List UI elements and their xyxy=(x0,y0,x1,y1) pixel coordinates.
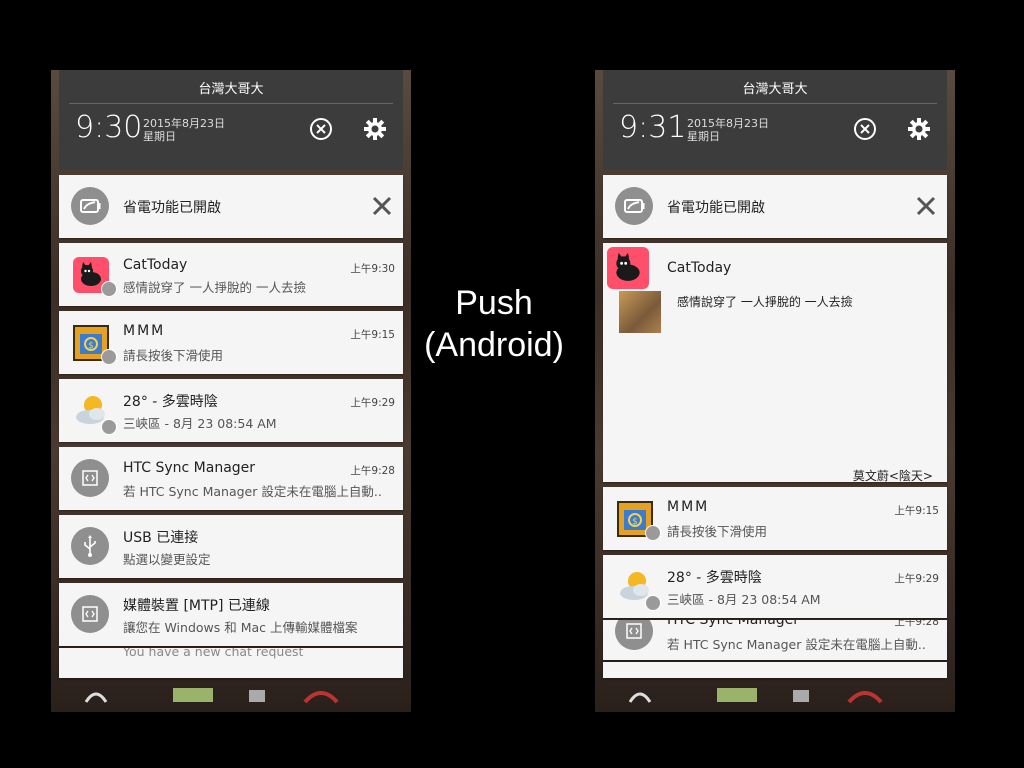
close-icon[interactable] xyxy=(915,195,937,217)
notification-text: 感情說穿了 一人掙脫的 一人去撿 xyxy=(677,295,853,309)
code-icon xyxy=(71,595,109,633)
power-saver-label: 省電功能已開啟 xyxy=(123,200,221,216)
notification-usb[interactable]: USB 已連接 點選以變更設定 xyxy=(59,515,403,578)
date-block: 2015年8月23日 星期日 xyxy=(687,117,769,143)
notification-htc-sync[interactable]: HTC Sync Manager 若 HTC Sync Manager 設定未在… xyxy=(59,447,403,510)
app-badge-icon xyxy=(645,525,661,541)
date-block: 2015年8月23日 星期日 xyxy=(143,117,225,143)
status-bar: 台灣大哥大 9:31 2015年8月23日 星期日 xyxy=(603,70,947,170)
notification-text: You have a new chat request xyxy=(123,648,304,659)
slide-label: Push (Android) xyxy=(414,282,574,366)
app-badge-icon xyxy=(101,281,117,297)
cat-photo-thumbnail xyxy=(619,291,661,333)
power-saver-label: 省電功能已開啟 xyxy=(667,200,765,216)
clock: 9:31 xyxy=(619,110,687,145)
notification-text: 請長按後下滑使用 xyxy=(667,524,768,539)
slide-label-line1: Push xyxy=(455,284,533,322)
notification-author: 莫文蔚<陰天> xyxy=(852,469,933,483)
notification-peek[interactable] xyxy=(603,662,947,678)
settings-icon[interactable] xyxy=(907,117,931,141)
divider xyxy=(613,103,937,104)
notification-title: 28° - 多雲時陰 xyxy=(667,570,762,586)
notification-time: 上午9:28 xyxy=(894,620,939,628)
notification-text: 請長按後下滑使用 xyxy=(123,348,224,363)
notification-text: 三峽區 - 8月 23 08:54 AM xyxy=(123,416,277,431)
notification-text: 三峽區 - 8月 23 08:54 AM xyxy=(667,592,821,607)
notification-mtp[interactable]: 媒體裝置 [MTP] 已連線 讓您在 Windows 和 Mac 上傳輸媒體檔案 xyxy=(59,583,403,646)
phone-screen-right: 台灣大哥大 9:31 2015年8月23日 星期日 省電功能已開啟 CatTod… xyxy=(595,70,955,712)
notification-cattoday[interactable]: CatToday 感情說穿了 一人掙脫的 一人去撿 上午9:30 xyxy=(59,243,403,306)
weekday-label: 星期日 xyxy=(143,130,176,143)
notification-title: HTC Sync Manager xyxy=(667,620,800,628)
notification-text: 讓您在 Windows 和 Mac 上傳輸媒體檔案 xyxy=(123,620,358,635)
notification-title: MMM xyxy=(123,323,166,339)
notification-title: HTC Sync Manager xyxy=(123,460,256,476)
notification-title: CatToday xyxy=(123,257,188,273)
notification-weather[interactable]: 28° - 多雲時陰 三峽區 - 8月 23 08:54 AM 上午9:29 xyxy=(603,555,947,618)
home-dock xyxy=(625,682,925,706)
app-badge-icon xyxy=(645,595,661,611)
app-badge-icon xyxy=(101,349,117,365)
notification-title: 28° - 多雲時陰 xyxy=(123,394,218,410)
carrier-label: 台灣大哥大 xyxy=(198,82,264,97)
notification-text: 若 HTC Sync Manager 設定未在電腦上自動.. xyxy=(123,484,382,499)
notification-peek[interactable]: You have a new chat request xyxy=(59,648,403,678)
phone-screen-left: 台灣大哥大 9:30 2015年8月23日 星期日 省電功能已開啟 CatTod… xyxy=(51,70,411,712)
notification-title: MMM xyxy=(667,499,710,515)
clear-all-icon[interactable] xyxy=(309,117,333,141)
slide-label-line2: (Android) xyxy=(424,326,564,364)
divider xyxy=(69,103,393,104)
notification-title: CatToday xyxy=(667,260,732,276)
date-label: 2015年8月23日 xyxy=(143,117,225,130)
power-saver-card[interactable]: 省電功能已開啟 xyxy=(59,175,403,238)
usb-icon xyxy=(71,527,109,565)
app-badge-icon xyxy=(101,419,117,435)
notification-title: USB 已連接 xyxy=(123,530,199,546)
carrier-label: 台灣大哥大 xyxy=(742,82,808,97)
notification-time: 上午9:29 xyxy=(350,397,395,409)
notification-time: 上午9:28 xyxy=(350,465,395,477)
notification-weather[interactable]: 28° - 多雲時陰 三峽區 - 8月 23 08:54 AM 上午9:29 xyxy=(59,379,403,442)
status-bar: 台灣大哥大 9:30 2015年8月23日 星期日 xyxy=(59,70,403,170)
battery-saver-icon xyxy=(615,187,653,225)
notification-time: 上午9:30 xyxy=(350,263,395,275)
notification-mmm[interactable]: $ MMM 請長按後下滑使用 上午9:15 xyxy=(59,311,403,374)
notification-time: 上午9:29 xyxy=(894,573,939,585)
notification-text: 點選以變更設定 xyxy=(123,552,211,567)
clock: 9:30 xyxy=(75,110,143,145)
settings-icon[interactable] xyxy=(363,117,387,141)
date-label: 2015年8月23日 xyxy=(687,117,769,130)
notification-htc-sync[interactable]: HTC Sync Manager 若 HTC Sync Manager 設定未在… xyxy=(603,620,947,660)
battery-saver-icon xyxy=(71,187,109,225)
notification-title: 媒體裝置 [MTP] 已連線 xyxy=(123,598,270,614)
notification-text: 感情說穿了 一人掙脫的 一人去撿 xyxy=(123,280,306,295)
notification-time: 上午9:15 xyxy=(894,505,939,517)
notification-text: 若 HTC Sync Manager 設定未在電腦上自動.. xyxy=(667,637,926,652)
notification-mmm[interactable]: $ MMM 請長按後下滑使用 上午9:15 xyxy=(603,487,947,550)
notification-time: 上午9:15 xyxy=(350,329,395,341)
clear-all-icon[interactable] xyxy=(853,117,877,141)
svg-text:$: $ xyxy=(88,341,94,351)
code-icon xyxy=(615,620,653,650)
notification-cattoday-expanded[interactable]: CatToday 感情說穿了 一人掙脫的 一人去撿 莫文蔚<陰天> xyxy=(603,243,947,483)
code-icon xyxy=(71,459,109,497)
cat-icon xyxy=(607,247,649,289)
home-dock xyxy=(81,682,381,706)
weekday-label: 星期日 xyxy=(687,130,720,143)
svg-text:$: $ xyxy=(632,517,638,527)
close-icon[interactable] xyxy=(371,195,393,217)
power-saver-card[interactable]: 省電功能已開啟 xyxy=(603,175,947,238)
